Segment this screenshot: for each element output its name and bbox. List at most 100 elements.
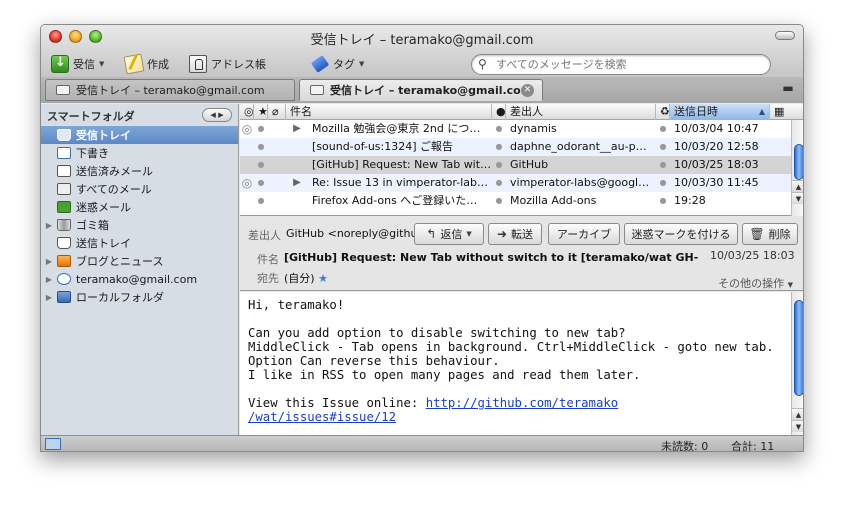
disclosure-triangle-icon[interactable]: ▶ bbox=[41, 221, 57, 230]
forward-arrow-icon: ➜ bbox=[496, 227, 508, 241]
read-toggle-icon[interactable]: ● bbox=[492, 120, 506, 138]
message-subject: Re: Issue 13 in vimperator-lab… bbox=[312, 176, 488, 189]
tab-inbox-1[interactable]: 受信トレイ – teramako@gmail.com bbox=[45, 79, 295, 101]
folder-item[interactable]: すべてのメール bbox=[41, 180, 238, 198]
read-column-icon[interactable]: ● bbox=[492, 104, 506, 120]
mark-junk-button[interactable]: 迷惑マークを付ける bbox=[624, 223, 738, 245]
thread-scroll-thumb[interactable] bbox=[794, 144, 803, 180]
chevron-down-icon[interactable]: ▼ bbox=[359, 60, 364, 68]
drafts-icon bbox=[57, 147, 71, 159]
disclosure-triangle-icon[interactable]: ▶ bbox=[41, 257, 57, 266]
inbox-icon bbox=[310, 85, 324, 95]
junk-toggle-icon[interactable]: ● bbox=[656, 174, 670, 192]
delete-label: 削除 bbox=[768, 228, 791, 241]
tab-inbox-2[interactable]: 受信トレイ – teramako@gmail.com ✕ bbox=[299, 79, 543, 101]
message-row[interactable]: ● Firefox Add-ons へご登録いた… ● Mozilla Add-ons… bbox=[240, 192, 803, 210]
expand-thread-icon[interactable]: ▶ bbox=[286, 174, 308, 192]
junk-toggle-icon[interactable]: ● bbox=[656, 138, 670, 156]
folder-view-switcher[interactable]: ◀ ▶ bbox=[202, 108, 232, 122]
folder-item[interactable]: 下書き bbox=[41, 144, 238, 162]
read-toggle-icon[interactable]: ● bbox=[492, 192, 506, 210]
toolbar-toggle-button[interactable] bbox=[775, 31, 795, 40]
reply-arrow-icon: ↰ bbox=[426, 227, 437, 241]
thread-spacer bbox=[286, 138, 308, 156]
reply-button[interactable]: ↰ 返信 ▼ bbox=[414, 223, 484, 245]
sent-icon bbox=[57, 165, 71, 177]
read-toggle-icon[interactable]: ● bbox=[492, 174, 506, 192]
folder-item[interactable]: 受信トレイ bbox=[41, 126, 238, 144]
read-toggle-icon[interactable]: ● bbox=[492, 138, 506, 156]
message-sender: vimperator-labs@googl… bbox=[510, 176, 650, 189]
folder-item[interactable]: 迷惑メール bbox=[41, 198, 238, 216]
body-scrollbar[interactable]: ▲ ▼ bbox=[791, 292, 803, 435]
star-toggle-icon[interactable]: ● bbox=[254, 120, 268, 138]
tab-list-menu-icon[interactable]: ▬ bbox=[779, 81, 797, 99]
tag-button[interactable]: タグ ▼ bbox=[310, 53, 364, 75]
junk-toggle-icon[interactable]: ● bbox=[656, 120, 670, 138]
message-row[interactable]: ◎ ● ▶ Mozilla 勉強会@東京 2nd につ… ● dynamis ● 10/03/… bbox=[240, 120, 803, 138]
junk-toggle-icon[interactable]: ● bbox=[656, 192, 670, 210]
search-box[interactable]: ⚲ bbox=[471, 54, 771, 75]
read-toggle-icon[interactable]: ● bbox=[492, 156, 506, 174]
star-column-icon[interactable]: ★ bbox=[254, 104, 268, 120]
star-icon[interactable]: ★ bbox=[318, 272, 328, 285]
message-date: 10/03/04 10:47 bbox=[674, 122, 759, 135]
folder-item[interactable]: ▶ teramako@gmail.com bbox=[41, 270, 238, 288]
search-icon[interactable]: ⚲ bbox=[478, 57, 487, 71]
folder-item[interactable]: ▶ ブログとニュース bbox=[41, 252, 238, 270]
from-value[interactable]: GitHub <noreply@github bbox=[286, 227, 414, 240]
thread-scrollbar[interactable]: ▲ ▼ bbox=[791, 120, 803, 216]
address-book-button[interactable]: アドレス帳 bbox=[189, 53, 266, 75]
junk-toggle-icon[interactable]: ● bbox=[656, 156, 670, 174]
status-bar: 未読数: 0 合計: 11 bbox=[41, 435, 803, 452]
online-status-icon[interactable] bbox=[45, 438, 61, 450]
forward-label: 転送 bbox=[511, 228, 534, 241]
attachment-column-icon[interactable]: ⌀ bbox=[268, 104, 286, 120]
message-row[interactable]: ◎ ● ▶ Re: Issue 13 in vimperator-lab… ● vimpe… bbox=[240, 174, 803, 192]
issue-link[interactable]: http://github.com/teramako bbox=[426, 396, 619, 410]
disclosure-triangle-icon[interactable]: ▶ bbox=[41, 293, 57, 302]
junk-column-icon[interactable]: ♻ bbox=[656, 104, 670, 120]
folder-pane-header: スマートフォルダ ◀ ▶ bbox=[41, 104, 238, 126]
message-header-pane: 差出人 GitHub <noreply@github ↰ 返信 ▼ ➜ 転送 ア… bbox=[240, 217, 803, 291]
message-row[interactable]: ● [GitHub] Request: New Tab wit… ● GitHub ● 1… bbox=[240, 156, 803, 174]
scroll-down-icon[interactable]: ▼ bbox=[792, 192, 803, 204]
subject-column-header[interactable]: 件名 bbox=[286, 104, 492, 120]
get-mail-button[interactable]: 受信 ▼ bbox=[51, 53, 104, 75]
folder-item[interactable]: 送信トレイ bbox=[41, 234, 238, 252]
folder-item[interactable]: 送信済みメール bbox=[41, 162, 238, 180]
chevron-down-icon[interactable]: ▼ bbox=[466, 230, 471, 238]
star-toggle-icon[interactable]: ● bbox=[254, 138, 268, 156]
forward-button[interactable]: ➜ 転送 bbox=[488, 223, 542, 245]
star-toggle-icon[interactable]: ● bbox=[254, 174, 268, 192]
star-toggle-icon[interactable]: ● bbox=[254, 192, 268, 210]
scroll-up-icon[interactable]: ▲ bbox=[792, 180, 803, 192]
scroll-down-icon[interactable]: ▼ bbox=[792, 420, 803, 432]
folder-item[interactable]: ▶ ゴミ箱 bbox=[41, 216, 238, 234]
thread-column-icon[interactable]: ◎ bbox=[240, 104, 254, 120]
message-row[interactable]: ● [sound-of-us:1324] ご報告 ● daphne_odorant__… bbox=[240, 138, 803, 156]
archive-button[interactable]: アーカイブ bbox=[548, 223, 620, 245]
tag-icon bbox=[310, 55, 330, 73]
download-arrow-icon bbox=[51, 55, 69, 73]
expand-thread-icon[interactable]: ▶ bbox=[286, 120, 308, 138]
folder-item[interactable]: ▶ ローカルフォルダ bbox=[41, 288, 238, 306]
chevron-down-icon[interactable]: ▼ bbox=[99, 60, 104, 68]
search-input[interactable] bbox=[496, 57, 764, 72]
sender-column-header[interactable]: 差出人 bbox=[506, 104, 656, 120]
folder-label: ブログとニュース bbox=[76, 255, 164, 268]
to-value[interactable]: (自分) ★ bbox=[284, 270, 328, 286]
star-toggle-icon[interactable]: ● bbox=[254, 156, 268, 174]
body-scroll-thumb[interactable] bbox=[794, 300, 803, 396]
column-picker-icon[interactable]: ▦ bbox=[770, 104, 784, 120]
tab-label: 受信トレイ – teramako@gmail.com bbox=[330, 84, 533, 97]
scroll-up-icon[interactable]: ▲ bbox=[792, 408, 803, 420]
close-tab-icon[interactable]: ✕ bbox=[521, 84, 534, 97]
unread-count: 未読数: 0 bbox=[661, 440, 709, 452]
disclosure-triangle-icon[interactable]: ▶ bbox=[41, 275, 57, 284]
other-actions-button[interactable]: その他の操作 ▼ bbox=[718, 275, 793, 291]
issue-link-continued[interactable]: /wat/issues#issue/12 bbox=[248, 410, 396, 424]
date-column-header[interactable]: 送信日時 ▲ bbox=[670, 104, 770, 120]
delete-button[interactable]: 🗑 削除 bbox=[742, 223, 798, 245]
write-button[interactable]: 作成 bbox=[123, 53, 169, 75]
